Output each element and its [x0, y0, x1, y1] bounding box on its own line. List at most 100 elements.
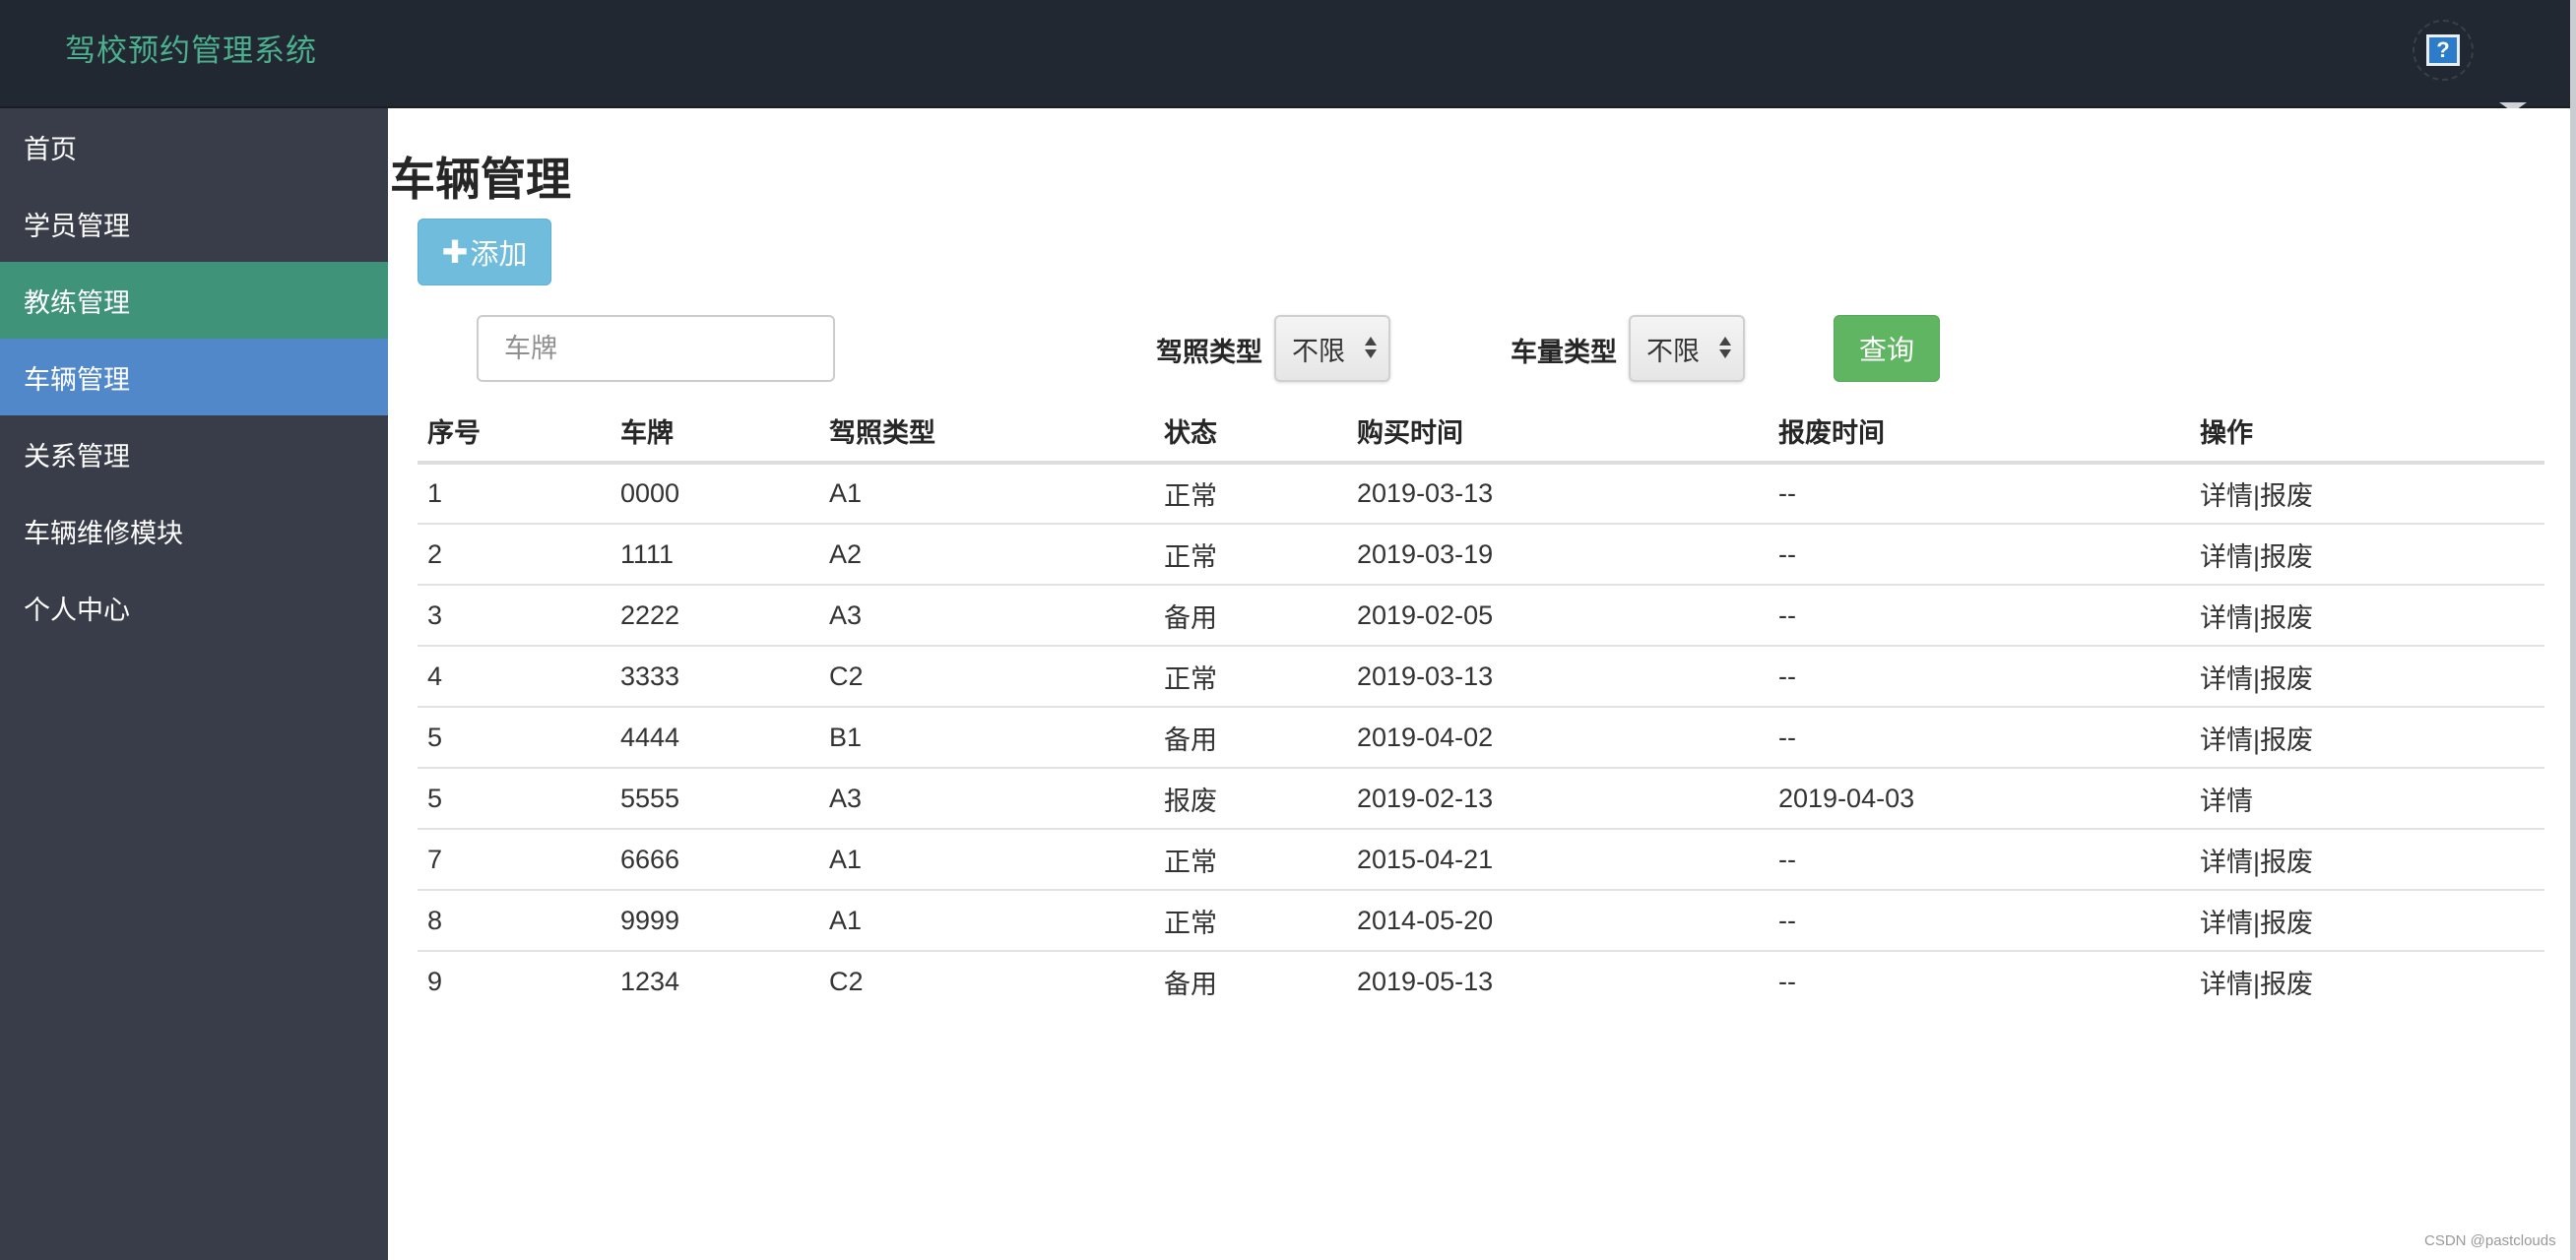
cell-plate: 1111 — [611, 524, 819, 586]
scrap-link[interactable]: 报废 — [2260, 725, 2313, 755]
select-arrows-icon — [1719, 337, 1731, 358]
scrap-link[interactable]: 报废 — [2260, 970, 2313, 999]
sidebar-item-relations[interactable]: 关系管理 — [0, 415, 388, 492]
top-navbar: 驾校预约管理系统 ? — [0, 0, 2576, 112]
cell-bought: 2019-03-13 — [1347, 463, 1769, 525]
cell-ops: 详情|报废 — [2190, 585, 2544, 647]
table-row: 9 1234 C2 备用 2019-05-13 -- 详情|报废 — [418, 951, 2544, 1012]
table-row: 2 1111 A2 正常 2019-03-19 -- 详情|报废 — [418, 524, 2544, 586]
detail-link[interactable]: 详情 — [2200, 970, 2253, 999]
column-header-bought: 购买时间 — [1347, 400, 1769, 465]
add-button-label: 添加 — [470, 239, 528, 271]
table-row: 5 5555 A3 报废 2019-02-13 2019-04-03 详情 — [418, 768, 2544, 830]
table-row: 3 2222 A3 备用 2019-02-05 -- 详情|报废 — [418, 585, 2544, 647]
op-separator: | — [2253, 663, 2261, 694]
scrap-link[interactable]: 报废 — [2260, 848, 2313, 877]
table-row: 4 3333 C2 正常 2019-03-13 -- 详情|报废 — [418, 646, 2544, 708]
scrap-link[interactable]: 报废 — [2260, 542, 2313, 572]
sidebar-item-vehicles[interactable]: 车辆管理 — [0, 339, 388, 415]
detail-link[interactable]: 详情 — [2200, 848, 2253, 877]
page-title: 车辆管理 — [390, 154, 571, 205]
column-header-no: 序号 — [418, 400, 611, 465]
license-type-label: 驾照类型 — [1156, 338, 1262, 367]
plate-search-input[interactable] — [477, 315, 835, 382]
column-header-plate: 车牌 — [611, 400, 819, 465]
cell-license: A1 — [819, 463, 1154, 525]
cell-scrapped: -- — [1778, 967, 1796, 996]
table-row: 8 9999 A1 正常 2014-05-20 -- 详情|报废 — [418, 890, 2544, 952]
cell-ops: 详情|报废 — [2190, 463, 2544, 525]
cell-bought: 2019-04-02 — [1347, 707, 1769, 769]
detail-link[interactable]: 详情 — [2200, 787, 2253, 816]
scrap-link[interactable]: 报废 — [2260, 664, 2313, 694]
cell-scrapped: -- — [1769, 646, 2190, 708]
op-separator: | — [2253, 908, 2261, 938]
op-separator: | — [2253, 847, 2261, 877]
table-row: 7 6666 A1 正常 2015-04-21 -- 详情|报废 — [418, 829, 2544, 891]
cell-license: B1 — [819, 707, 1154, 769]
detail-link[interactable]: 详情 — [2200, 603, 2253, 633]
scrap-link[interactable]: 报废 — [2260, 603, 2313, 633]
sidebar-item-coaches[interactable]: 教练管理 — [0, 262, 388, 339]
sidebar-item-home[interactable]: 首页 — [0, 108, 388, 185]
scrap-link[interactable]: 报废 — [2260, 481, 2313, 511]
cell-plate: 2222 — [611, 585, 819, 647]
cell-plate: 4444 — [611, 707, 819, 769]
op-separator: | — [2253, 970, 2261, 999]
main-content: 车辆管理 ✚ 添加 驾照类型 不限 车量类型 不限 查询 序号 车牌 驾照类型 … — [388, 108, 2570, 1260]
cell-bought: 2014-05-20 — [1347, 890, 1769, 952]
cell-status: 备用 — [1154, 707, 1347, 769]
app-brand[interactable]: 驾校预约管理系统 — [65, 26, 317, 70]
column-header-ops: 操作 — [2190, 400, 2544, 465]
cell-scrapped: -- — [1769, 707, 2190, 769]
cell-no: 2 — [418, 524, 611, 586]
watermark: CSDN @pastclouds — [2424, 1232, 2556, 1249]
cell-license: C2 — [819, 646, 1154, 708]
vehicle-type-select[interactable]: 不限 — [1629, 315, 1745, 382]
window-edge — [2570, 0, 2576, 1260]
cell-scrapped: -- — [1769, 585, 2190, 647]
table-row: 1 0000 A1 正常 2019-03-13 -- 详情|报废 — [418, 463, 2544, 525]
cell-plate: 0000 — [611, 463, 819, 525]
cell-license: A1 — [819, 829, 1154, 891]
column-header-scrapped: 报废时间 — [1769, 400, 2190, 465]
cell-ops: 详情 — [2190, 768, 2544, 830]
cell-no: 4 — [418, 646, 611, 708]
query-button[interactable]: 查询 — [1834, 315, 1940, 382]
op-separator: | — [2253, 602, 2261, 633]
detail-link[interactable]: 详情 — [2200, 542, 2253, 572]
cell-license: C2 — [829, 967, 864, 996]
cell-scrapped: -- — [1769, 829, 2190, 891]
cell-status: 正常 — [1154, 829, 1347, 891]
cell-ops: 详情|报废 — [2190, 646, 2544, 708]
op-separator: | — [2253, 481, 2261, 511]
cell-status: 正常 — [1154, 463, 1347, 525]
detail-link[interactable]: 详情 — [2200, 909, 2253, 938]
detail-link[interactable]: 详情 — [2200, 725, 2253, 755]
sidebar-item-profile[interactable]: 个人中心 — [0, 569, 388, 646]
cell-scrapped: -- — [1769, 890, 2190, 952]
column-header-status: 状态 — [1154, 400, 1347, 465]
cell-plate: 5555 — [611, 768, 819, 830]
add-button[interactable]: ✚ 添加 — [418, 219, 551, 285]
cell-no: 5 — [418, 768, 611, 830]
cell-no: 7 — [418, 829, 611, 891]
cell-bought: 2019-02-05 — [1347, 585, 1769, 647]
cell-status: 正常 — [1154, 524, 1347, 586]
license-type-select[interactable]: 不限 — [1274, 315, 1390, 382]
sidebar-item-students[interactable]: 学员管理 — [0, 185, 388, 262]
cell-license: A3 — [819, 585, 1154, 647]
cell-no: 5 — [418, 707, 611, 769]
help-button[interactable]: ? — [2413, 20, 2474, 81]
scrap-link[interactable]: 报废 — [2260, 909, 2313, 938]
cell-no: 8 — [418, 890, 611, 952]
cell-status: 备用 — [1164, 970, 1217, 999]
detail-link[interactable]: 详情 — [2200, 664, 2253, 694]
sidebar: 首页 学员管理 教练管理 车辆管理 关系管理 车辆维修模块 个人中心 — [0, 108, 388, 1260]
license-type-value: 不限 — [1292, 336, 1345, 366]
cell-plate: 9999 — [611, 890, 819, 952]
cell-plate: 3333 — [611, 646, 819, 708]
cell-license: A2 — [819, 524, 1154, 586]
sidebar-item-maintenance[interactable]: 车辆维修模块 — [0, 492, 388, 569]
detail-link[interactable]: 详情 — [2200, 481, 2253, 511]
